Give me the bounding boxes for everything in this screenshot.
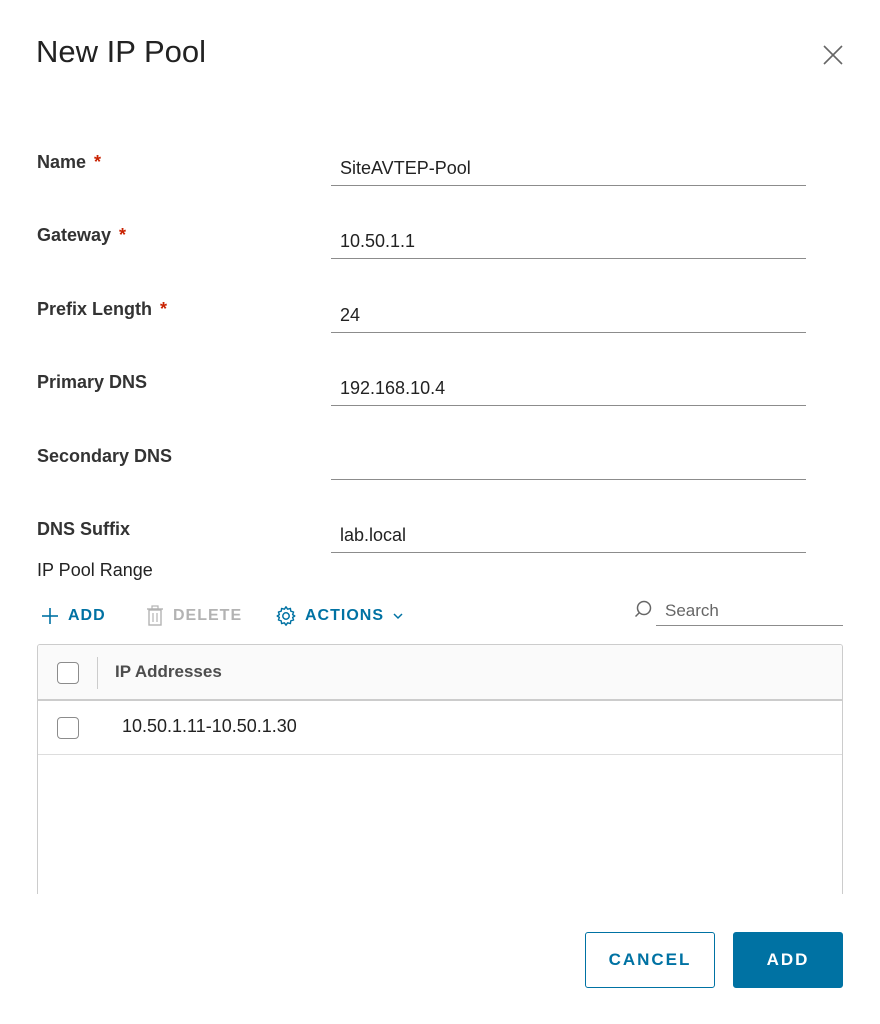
secondary-dns-input[interactable] (331, 446, 806, 480)
name-input[interactable] (331, 152, 806, 186)
search-box (634, 596, 844, 626)
form-row-primary-dns: Primary DNS (0, 372, 880, 422)
primary-dns-input[interactable] (331, 372, 806, 406)
required-marker: * (119, 225, 127, 245)
gateway-input[interactable] (331, 225, 806, 259)
ip-addresses-cell: 10.50.1.11-10.50.1.30 (122, 716, 297, 736)
close-icon (823, 45, 843, 65)
add-range-button[interactable]: ADD (40, 604, 106, 628)
actions-menu-label: ACTIONS (305, 607, 384, 624)
row-checkbox[interactable] (57, 717, 79, 739)
ip-range-grid: IP Addresses 10.50.1.11-10.50.1.30 (37, 644, 843, 894)
gateway-label: Gateway * (37, 225, 127, 245)
chevron-down-icon (393, 613, 403, 620)
select-all-checkbox[interactable] (57, 662, 79, 684)
ip-pool-range-title: IP Pool Range (37, 560, 153, 580)
search-input[interactable] (656, 596, 843, 626)
actions-menu-button[interactable]: ACTIONS (275, 604, 404, 628)
form-row-gateway: Gateway * (0, 225, 880, 275)
required-marker: * (94, 152, 102, 172)
column-separator (97, 657, 98, 689)
grid-header: IP Addresses (38, 645, 842, 701)
search-icon (634, 600, 652, 618)
dialog-title: New IP Pool (36, 34, 207, 69)
required-marker: * (160, 299, 168, 319)
cancel-button[interactable]: CANCEL (585, 932, 715, 988)
plus-icon (42, 608, 58, 624)
delete-range-button[interactable]: DELETE (145, 604, 242, 628)
primary-dns-label: Primary DNS (37, 372, 148, 392)
name-label: Name * (37, 152, 102, 172)
dns-suffix-label: DNS Suffix (37, 519, 131, 539)
table-row[interactable]: 10.50.1.11-10.50.1.30 (38, 701, 842, 755)
prefix-length-input[interactable] (331, 299, 806, 333)
prefix-length-label: Prefix Length * (37, 299, 168, 319)
gear-icon (276, 606, 296, 626)
add-range-label: ADD (68, 607, 106, 624)
dns-suffix-input[interactable] (331, 519, 806, 553)
form-row-secondary-dns: Secondary DNS (0, 446, 880, 496)
delete-range-label: DELETE (173, 607, 243, 624)
form-row-name: Name * (0, 152, 880, 202)
column-header-ip-addresses[interactable]: IP Addresses (115, 662, 222, 682)
form-row-prefix-length: Prefix Length * (0, 299, 880, 349)
add-button[interactable]: ADD (733, 932, 843, 988)
trash-icon (147, 605, 163, 626)
secondary-dns-label: Secondary DNS (37, 446, 173, 466)
close-button[interactable] (818, 40, 848, 70)
